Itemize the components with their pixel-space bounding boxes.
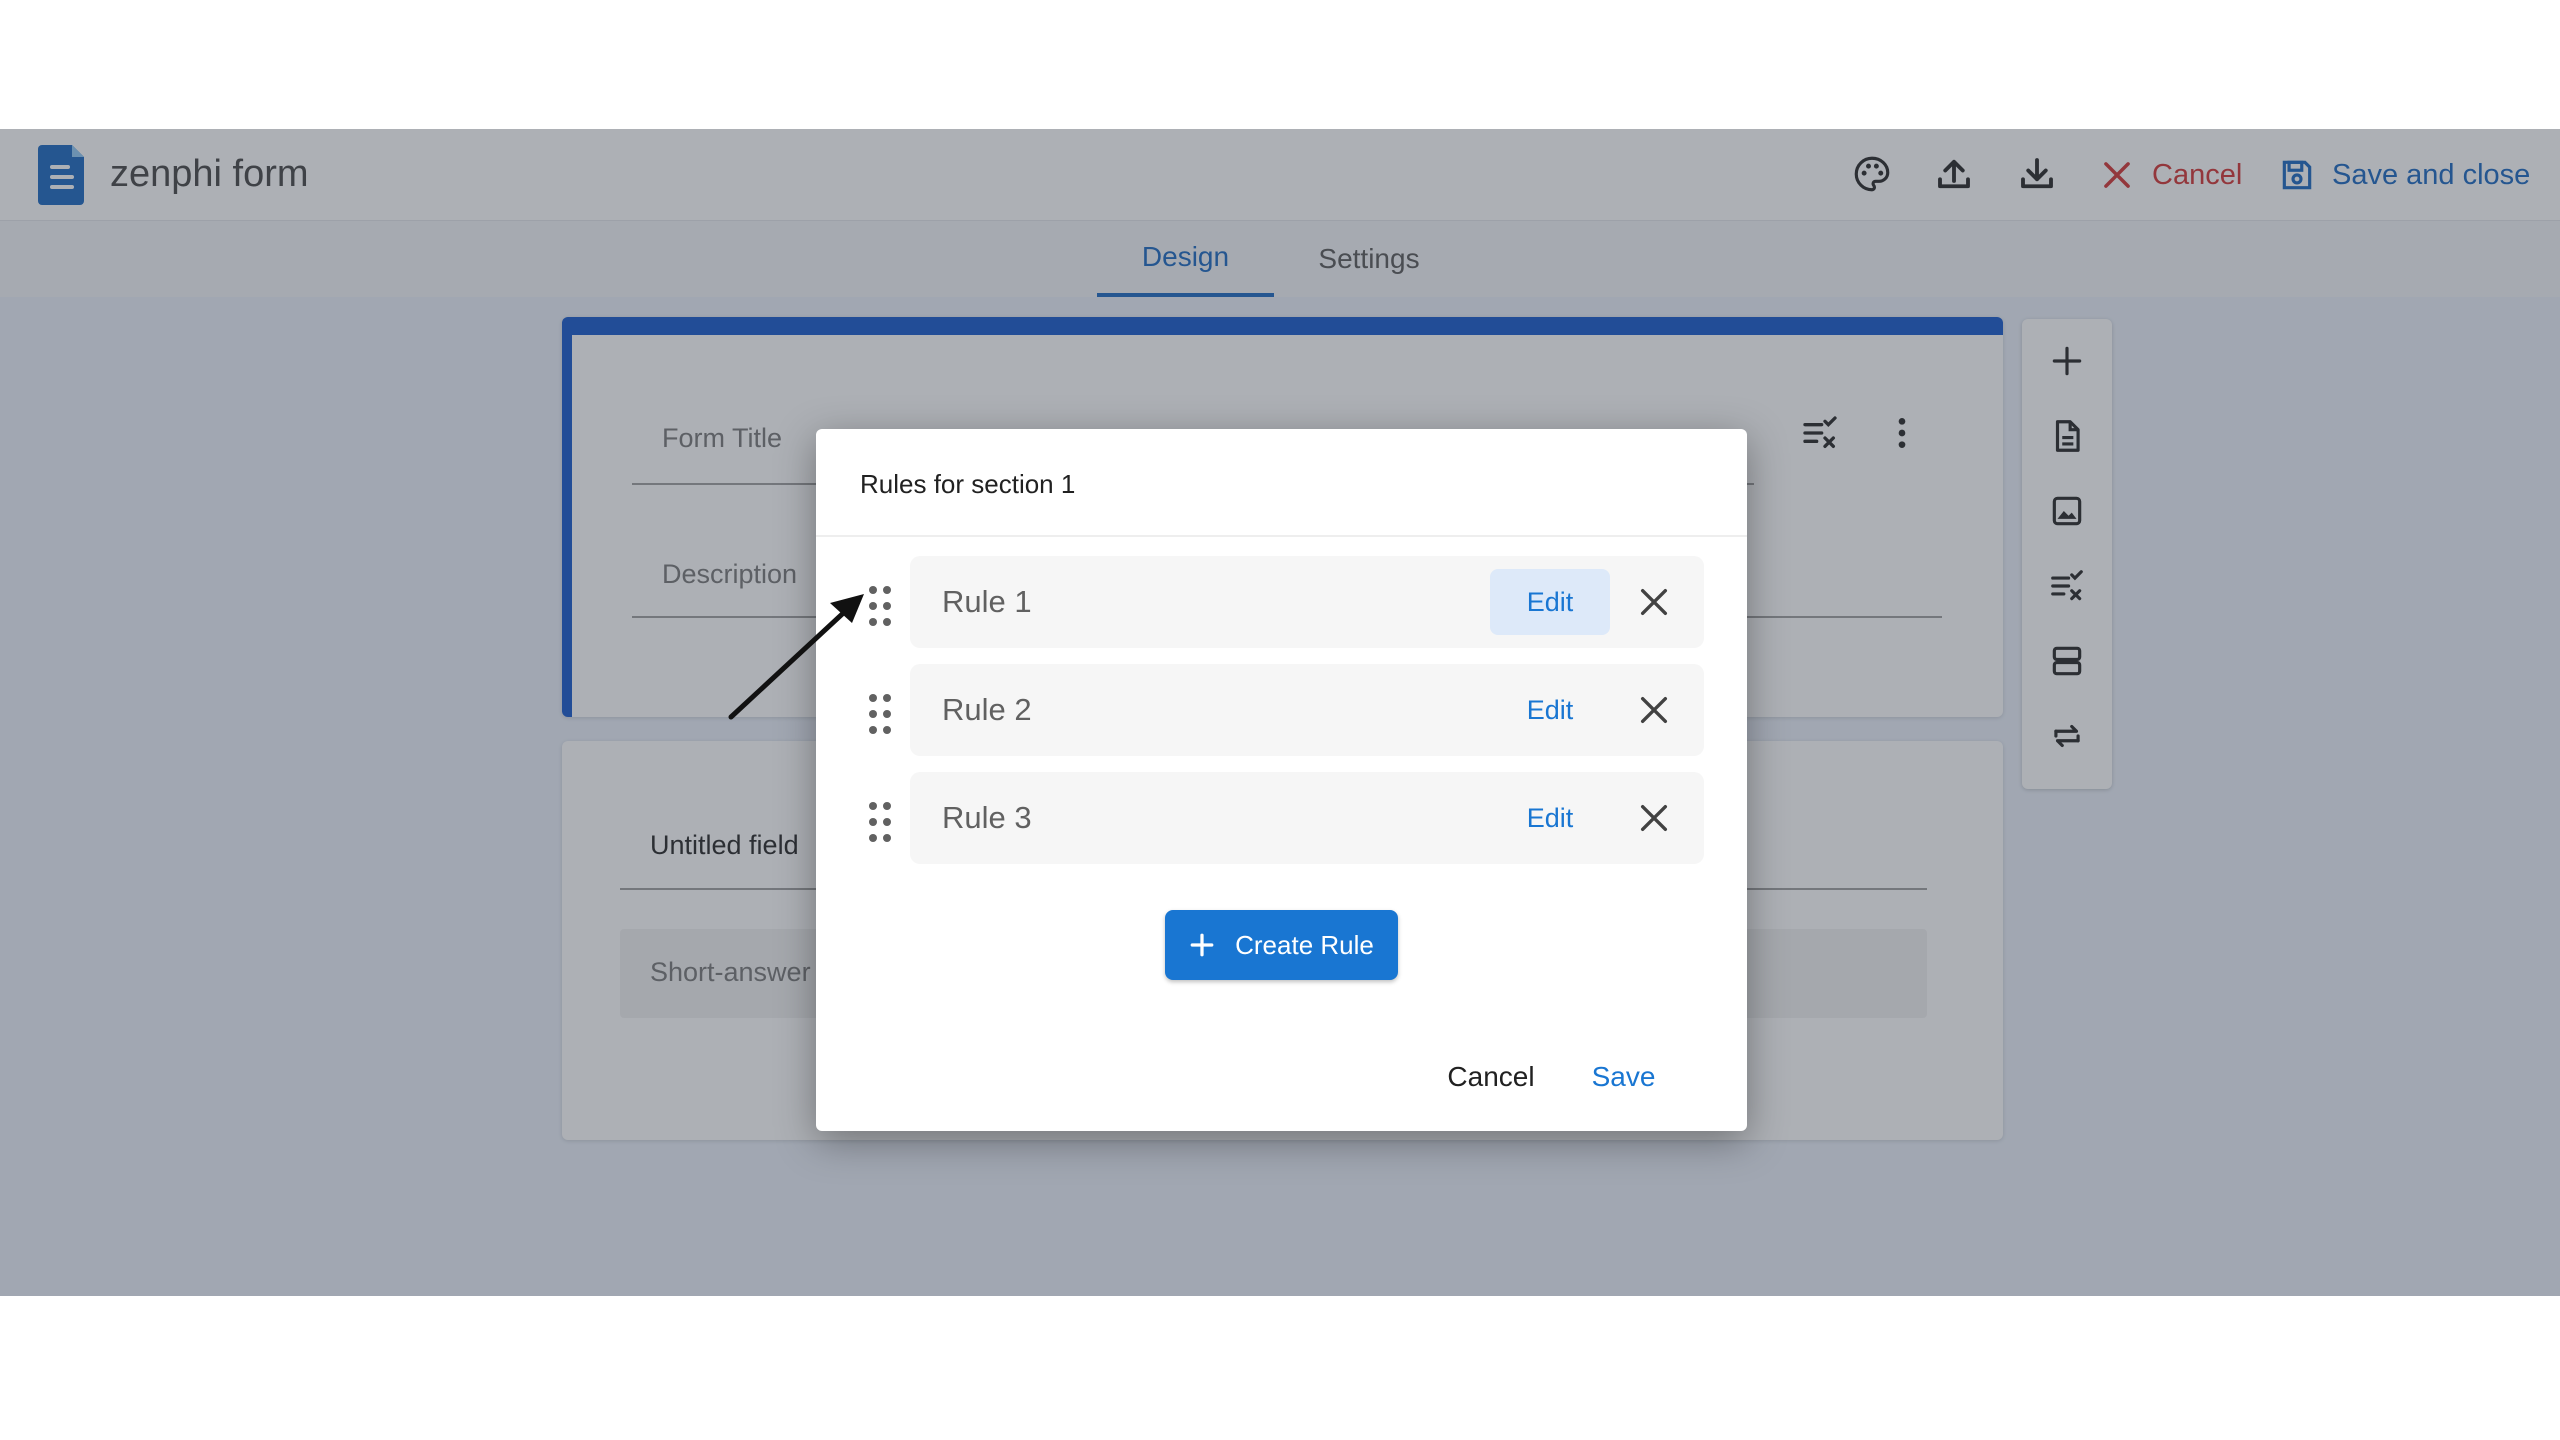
plus-icon: [1190, 933, 1214, 957]
rules-dialog: Rules for section 1 Rule 1 Edit Rule 2 E…: [816, 429, 1747, 1131]
delete-rule-button[interactable]: [1628, 576, 1680, 628]
rule-label: Rule 1: [942, 584, 1032, 619]
edit-rule-button[interactable]: Edit: [1490, 785, 1610, 851]
app-frame: zenphi form Cancel Save and close Design…: [0, 129, 2560, 1296]
edit-rule-button[interactable]: Edit: [1490, 677, 1610, 743]
rule-label: Rule 3: [942, 800, 1032, 835]
close-icon: [1640, 696, 1668, 724]
create-rule-button[interactable]: Create Rule: [1165, 910, 1398, 980]
create-rule-label: Create Rule: [1235, 929, 1374, 960]
close-icon: [1640, 588, 1668, 616]
rule-row: Rule 1 Edit: [910, 556, 1704, 648]
drag-handle-icon[interactable]: [866, 800, 894, 844]
dialog-divider: [816, 535, 1747, 537]
rule-row: Rule 3 Edit: [910, 772, 1704, 864]
dialog-cancel-button[interactable]: Cancel: [1436, 1047, 1546, 1107]
drag-handle-icon[interactable]: [866, 692, 894, 736]
drag-handle-icon[interactable]: [866, 584, 894, 628]
dialog-title: Rules for section 1: [860, 469, 1076, 499]
close-icon: [1640, 804, 1668, 832]
dialog-save-button[interactable]: Save: [1576, 1047, 1671, 1107]
rule-row: Rule 2 Edit: [910, 664, 1704, 756]
delete-rule-button[interactable]: [1628, 792, 1680, 844]
delete-rule-button[interactable]: [1628, 684, 1680, 736]
edit-rule-button[interactable]: Edit: [1490, 569, 1610, 635]
rule-label: Rule 2: [942, 692, 1032, 727]
